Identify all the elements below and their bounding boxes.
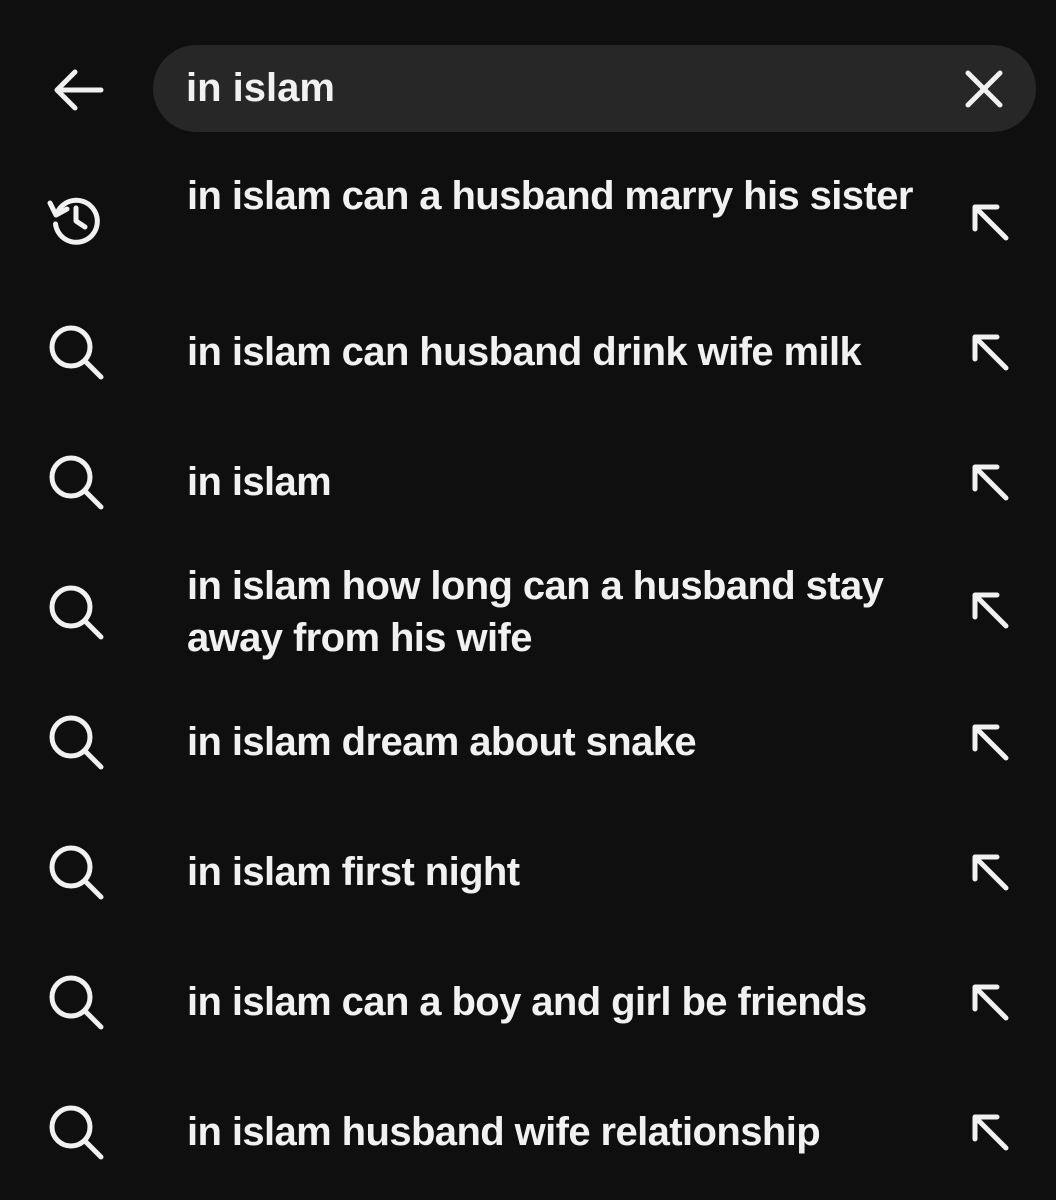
suggestion-text: in islam can husband drink wife milk	[187, 330, 862, 374]
suggestion-text: in islam dream about snake	[187, 720, 697, 764]
suggestion-text: in islam can a husband marry his sister	[187, 174, 913, 218]
clear-search-button[interactable]	[954, 59, 1014, 119]
arrow-up-left-icon[interactable]	[958, 710, 1022, 774]
history-icon	[44, 188, 108, 252]
arrow-up-left-icon[interactable]	[958, 320, 1022, 384]
search-icon	[44, 580, 108, 644]
suggestion-item[interactable]: in islam	[0, 450, 1056, 514]
suggestion-list: in islam can a husband marry his sister …	[0, 0, 1056, 1200]
arrow-up-left-icon[interactable]	[958, 840, 1022, 904]
arrow-up-left-icon[interactable]	[958, 578, 1022, 642]
arrow-up-left-icon[interactable]	[958, 450, 1022, 514]
search-icon	[44, 840, 108, 904]
suggestion-text: in islam	[187, 460, 332, 504]
search-icon	[44, 450, 108, 514]
close-icon	[964, 69, 1004, 109]
arrow-up-left-icon[interactable]	[958, 190, 1022, 254]
suggestion-item[interactable]: in islam how long can a husband stay awa…	[0, 558, 1056, 668]
search-icon	[44, 710, 108, 774]
search-icon	[44, 970, 108, 1034]
search-header	[0, 0, 1056, 160]
suggestion-item[interactable]: in islam husband wife relationship	[0, 1100, 1056, 1164]
suggestion-text: in islam can a boy and girl be friends	[187, 980, 867, 1024]
search-icon	[44, 1100, 108, 1164]
back-button[interactable]	[40, 58, 114, 122]
suggestion-item[interactable]: in islam can husband drink wife milk	[0, 320, 1056, 384]
suggestion-item[interactable]: in islam can a husband marry his sister	[0, 168, 1056, 278]
suggestion-item[interactable]: in islam can a boy and girl be friends	[0, 970, 1056, 1034]
suggestion-item[interactable]: in islam first night	[0, 840, 1056, 904]
arrow-up-left-icon[interactable]	[958, 1100, 1022, 1164]
arrow-left-icon	[49, 66, 105, 114]
suggestion-text: in islam how long can a husband stay awa…	[187, 564, 884, 660]
search-box	[153, 45, 1036, 132]
search-icon	[44, 320, 108, 384]
arrow-up-left-icon[interactable]	[958, 970, 1022, 1034]
suggestion-item[interactable]: in islam dream about snake	[0, 710, 1056, 774]
suggestion-text: in islam first night	[187, 850, 520, 894]
suggestion-text: in islam husband wife relationship	[187, 1110, 821, 1154]
search-input[interactable]	[186, 45, 946, 132]
